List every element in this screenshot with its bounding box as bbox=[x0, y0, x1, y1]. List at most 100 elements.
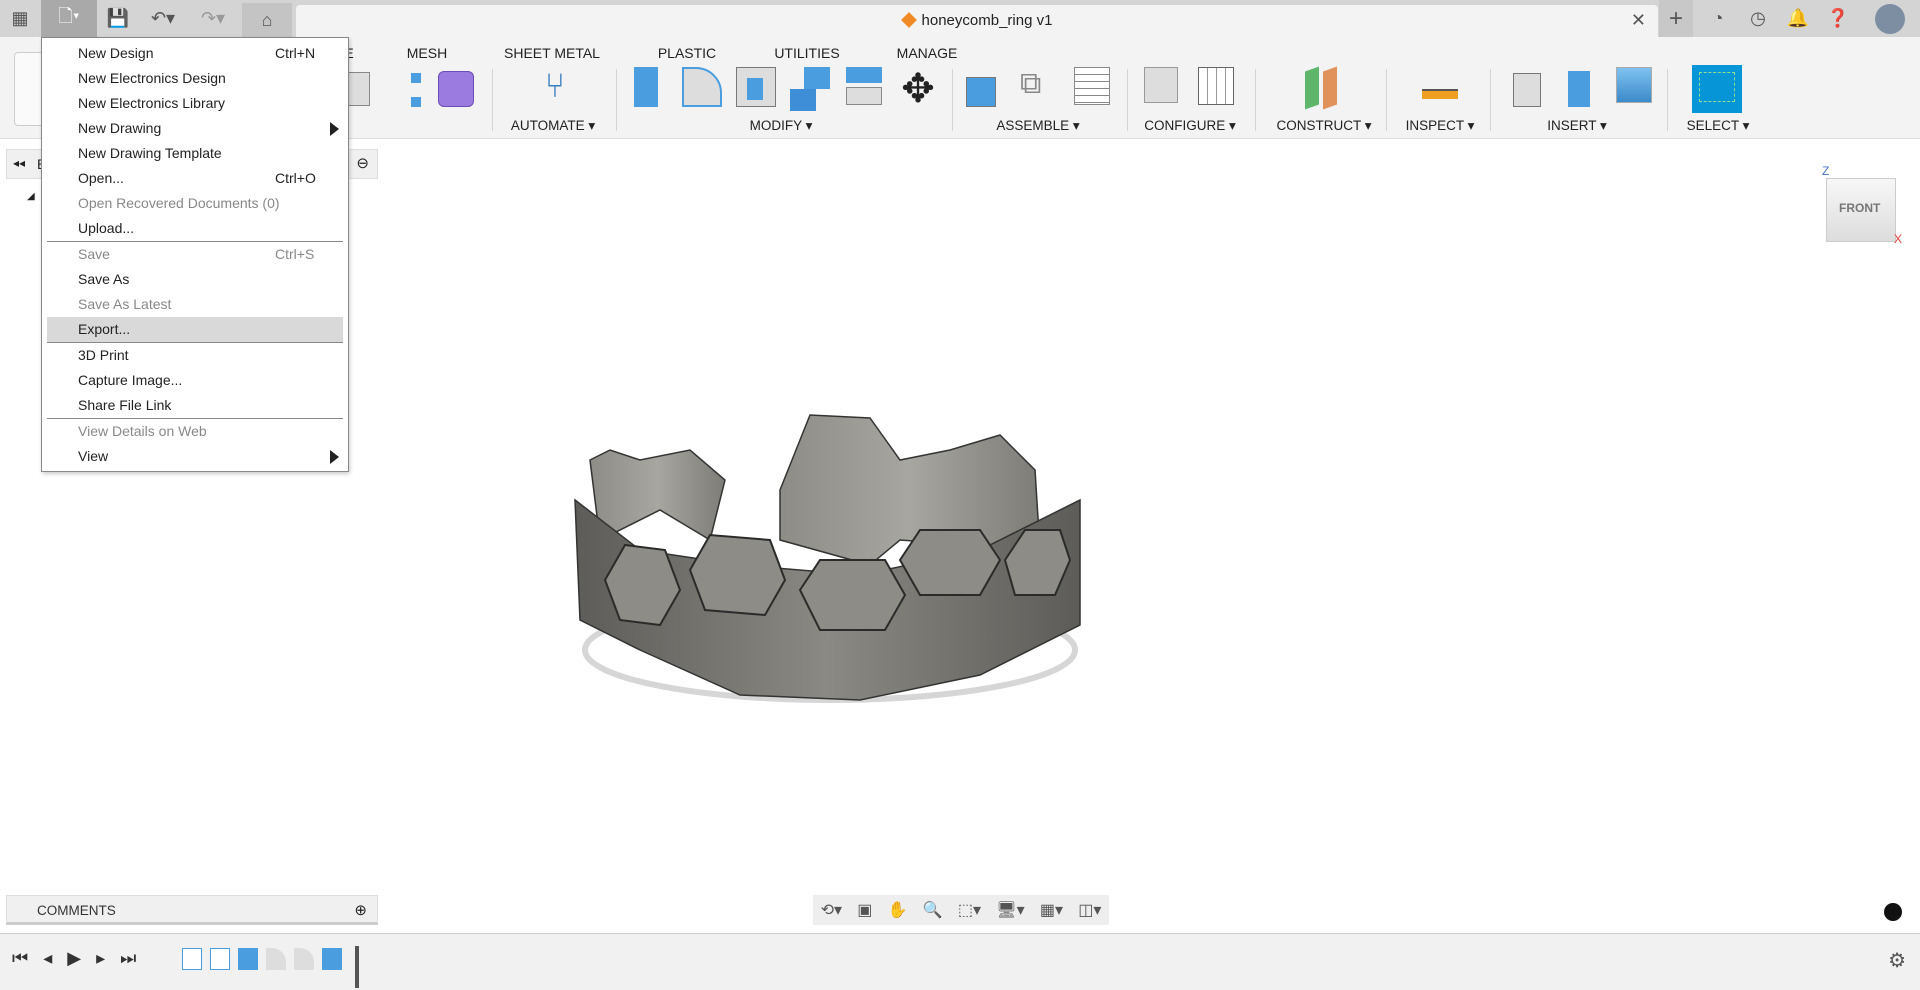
group-insert[interactable]: INSERT ▾ bbox=[1547, 118, 1607, 134]
top-bar: ▦ 🗋▾ 💾 ↶▾ ↷▾ ⌂ honeycomb_ring v1 ✕ + ◔ ◷… bbox=[0, 0, 1920, 37]
group-select[interactable]: SELECT ▾ bbox=[1687, 118, 1750, 134]
insert-mcmaster-icon[interactable] bbox=[1562, 67, 1602, 111]
file-menu-button[interactable]: 🗋▾ bbox=[41, 0, 97, 37]
file-menu-item[interactable]: Share File Link bbox=[47, 393, 343, 418]
add-comment-icon[interactable]: ⊕ bbox=[354, 901, 367, 919]
joint-icon[interactable]: ⧉ bbox=[1020, 67, 1060, 111]
timeline-extrude-icon[interactable] bbox=[238, 948, 258, 970]
group-assemble[interactable]: ASSEMBLE ▾ bbox=[996, 118, 1079, 134]
collapse-browser-icon[interactable]: ◂◂ bbox=[13, 156, 25, 170]
render-status-icon[interactable] bbox=[1884, 903, 1902, 921]
tree-expand-icon[interactable]: ◢ bbox=[27, 191, 35, 202]
tab-sheet-metal[interactable]: SHEET METAL bbox=[504, 45, 600, 61]
timeline-fillet-icon[interactable] bbox=[294, 948, 314, 970]
file-menu-item[interactable]: View bbox=[47, 444, 343, 469]
insert-canvas-icon[interactable] bbox=[1616, 67, 1656, 111]
select-icon[interactable] bbox=[1692, 65, 1742, 113]
file-menu-item[interactable]: New Electronics Design bbox=[47, 66, 343, 91]
tab-mesh[interactable]: MESH bbox=[407, 45, 447, 61]
file-menu-item[interactable]: Capture Image... bbox=[47, 368, 343, 393]
viewports-icon[interactable]: ◫▾ bbox=[1078, 900, 1101, 920]
browser-minimize-icon[interactable]: ⊖ bbox=[356, 154, 369, 172]
shell-modify-icon[interactable] bbox=[736, 67, 776, 111]
group-automate[interactable]: AUTOMATE ▾ bbox=[511, 118, 595, 134]
look-at-icon[interactable]: ▣ bbox=[857, 900, 872, 920]
file-menu-item[interactable]: Upload... bbox=[47, 216, 343, 241]
file-menu-item[interactable]: Export... bbox=[47, 317, 343, 342]
file-menu-item[interactable]: New Drawing bbox=[47, 116, 343, 141]
file-menu-item: Save As Latest bbox=[47, 292, 343, 317]
menu-item-label: View bbox=[78, 448, 109, 464]
configuration-table-icon[interactable] bbox=[1198, 67, 1238, 111]
automate-icon[interactable]: ⑂ bbox=[535, 67, 575, 111]
split-body-icon[interactable] bbox=[846, 67, 886, 111]
sketch-constraint-icon[interactable] bbox=[385, 67, 425, 111]
create-form-icon[interactable] bbox=[438, 67, 478, 111]
combine-icon[interactable] bbox=[790, 67, 830, 111]
timeline: ⏮ ◂ ▶ ▸ ⏭ ⚙ bbox=[0, 933, 1920, 990]
file-menu-item[interactable]: New Drawing Template bbox=[47, 141, 343, 166]
view-cube[interactable]: FRONT bbox=[1826, 178, 1896, 242]
move-copy-icon[interactable]: ✥ bbox=[898, 67, 938, 111]
redo-icon[interactable]: ↷▾ bbox=[190, 0, 236, 37]
timeline-fillet-icon[interactable] bbox=[266, 948, 286, 970]
undo-icon[interactable]: ↶▾ bbox=[140, 0, 186, 37]
menu-item-label: 3D Print bbox=[78, 347, 129, 363]
file-menu-item[interactable]: 3D Print bbox=[47, 343, 343, 368]
menu-item-shortcut: Ctrl+O bbox=[275, 170, 316, 186]
menu-item-label: New Design bbox=[78, 45, 154, 61]
configure-icon[interactable] bbox=[1144, 67, 1184, 111]
tab-manage[interactable]: MANAGE bbox=[897, 45, 958, 61]
clock-icon[interactable]: ◷ bbox=[1740, 0, 1776, 37]
file-menu-item[interactable]: Open... Ctrl+O bbox=[47, 166, 343, 191]
apps-grid-icon[interactable]: ▦ bbox=[0, 0, 40, 37]
go-to-start-icon[interactable]: ⏮ bbox=[12, 948, 28, 969]
comments-panel[interactable]: COMMENTS ⊕ bbox=[6, 895, 378, 925]
document-tab[interactable]: honeycomb_ring v1 ✕ bbox=[296, 5, 1658, 37]
construct-plane-icon[interactable] bbox=[1305, 66, 1345, 111]
save-icon[interactable]: 💾 bbox=[100, 0, 136, 37]
honeycomb-ring-model[interactable] bbox=[560, 400, 1100, 720]
step-forward-icon[interactable]: ▸ bbox=[96, 948, 105, 969]
step-back-icon[interactable]: ◂ bbox=[43, 948, 52, 969]
new-tab-icon[interactable]: + bbox=[1659, 0, 1693, 37]
timeline-marker[interactable] bbox=[355, 946, 359, 988]
document-title: honeycomb_ring v1 bbox=[921, 12, 1053, 29]
file-menu-item[interactable]: New Design Ctrl+N bbox=[47, 41, 343, 66]
go-to-end-icon[interactable]: ⏭ bbox=[120, 948, 136, 969]
close-tab-icon[interactable]: ✕ bbox=[1631, 10, 1646, 31]
insert-derive-icon[interactable] bbox=[1507, 67, 1547, 111]
menu-item-label: Open... bbox=[78, 170, 124, 186]
press-pull-icon[interactable] bbox=[630, 67, 670, 111]
timeline-extrude-icon[interactable] bbox=[322, 948, 342, 970]
fit-icon[interactable]: ⬚▾ bbox=[958, 900, 981, 920]
tab-plastic[interactable]: PLASTIC bbox=[658, 45, 716, 61]
pan-icon[interactable]: ✋ bbox=[888, 900, 908, 920]
zoom-icon[interactable]: 🔍 bbox=[923, 900, 943, 920]
timeline-settings-icon[interactable]: ⚙ bbox=[1888, 948, 1906, 973]
home-icon[interactable]: ⌂ bbox=[242, 3, 292, 37]
file-menu-item[interactable]: Save As bbox=[47, 267, 343, 292]
orbit-icon[interactable]: ⟲▾ bbox=[821, 900, 842, 920]
group-construct[interactable]: CONSTRUCT ▾ bbox=[1276, 118, 1371, 134]
file-menu-item: Open Recovered Documents (0) bbox=[47, 191, 343, 216]
view-cube-front-face[interactable]: FRONT bbox=[1839, 201, 1880, 215]
bill-of-materials-icon[interactable] bbox=[1074, 67, 1114, 111]
group-configure[interactable]: CONFIGURE ▾ bbox=[1144, 118, 1236, 134]
play-icon[interactable]: ▶ bbox=[67, 948, 81, 969]
job-status-icon[interactable]: ◔ bbox=[1700, 0, 1736, 37]
grid-icon[interactable]: ▦▾ bbox=[1040, 900, 1063, 920]
new-component-icon[interactable] bbox=[966, 67, 1006, 111]
file-menu-item[interactable]: New Electronics Library bbox=[47, 91, 343, 116]
group-modify[interactable]: MODIFY ▾ bbox=[750, 118, 813, 134]
fillet-icon[interactable] bbox=[682, 67, 722, 111]
user-avatar[interactable] bbox=[1870, 0, 1910, 37]
help-icon[interactable]: ❓ bbox=[1820, 0, 1856, 37]
timeline-sketch-icon[interactable] bbox=[182, 948, 202, 970]
measure-icon[interactable] bbox=[1422, 67, 1462, 111]
notification-bell-icon[interactable]: 🔔 bbox=[1780, 0, 1816, 37]
tab-utilities[interactable]: UTILITIES bbox=[774, 45, 839, 61]
timeline-sketch-icon[interactable] bbox=[210, 948, 230, 970]
display-settings-icon[interactable]: 🖥▾ bbox=[996, 900, 1024, 920]
group-inspect[interactable]: INSPECT ▾ bbox=[1406, 118, 1475, 134]
